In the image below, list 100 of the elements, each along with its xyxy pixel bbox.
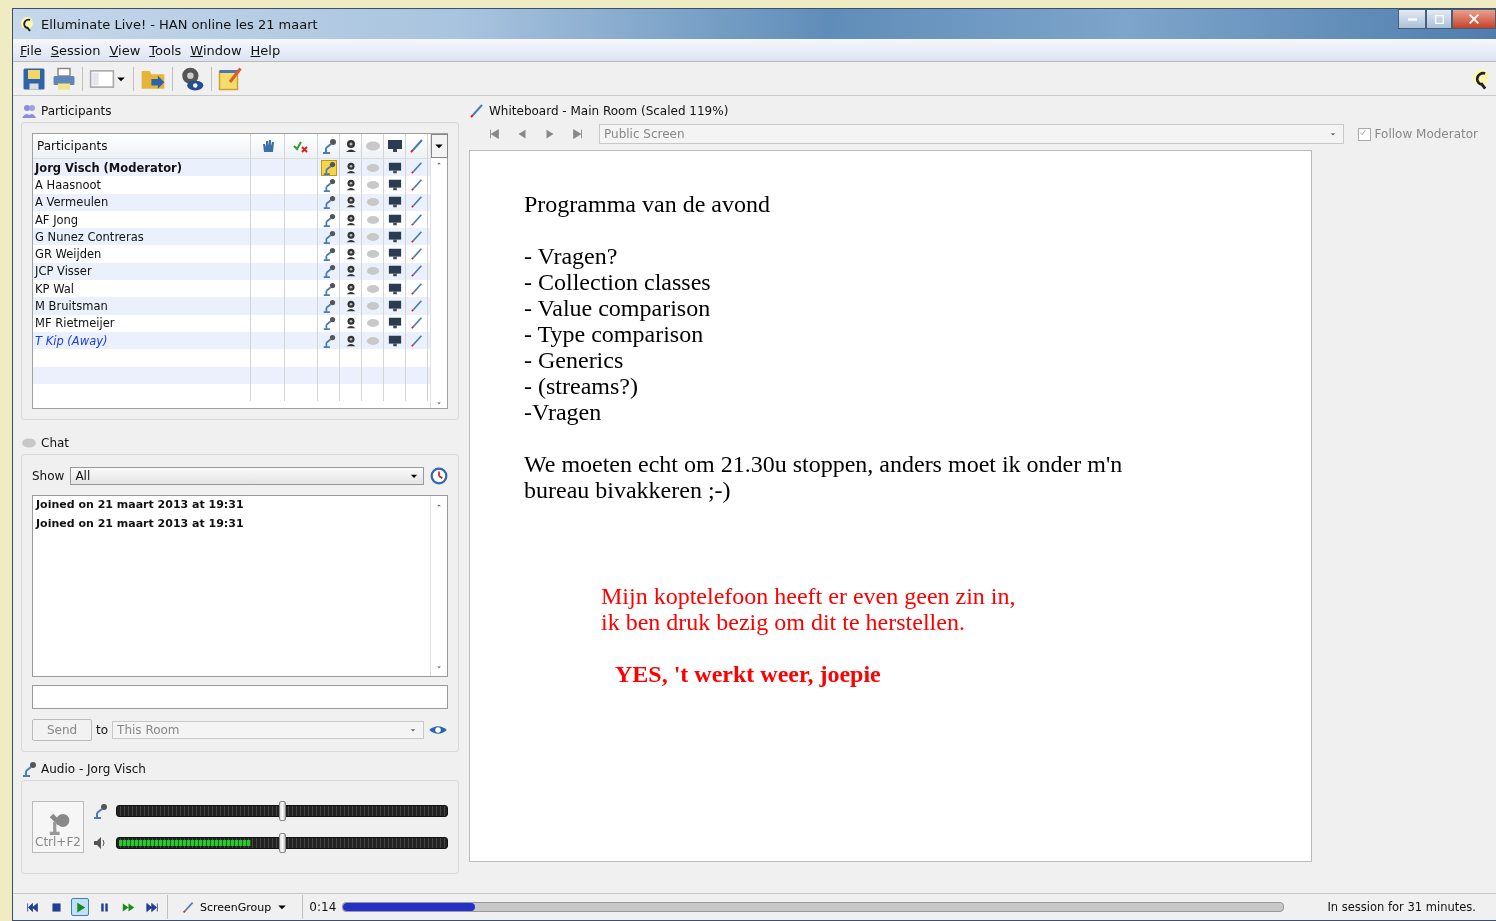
group-dropdown[interactable]: ScreenGroup	[174, 900, 297, 914]
mic-icon	[321, 299, 336, 313]
filter-dropdown[interactable]: All	[70, 467, 424, 485]
monitor-icon	[387, 281, 402, 296]
menu-item[interactable]: View	[109, 42, 141, 58]
app-logo-icon	[19, 16, 35, 32]
playback-time: 0:14	[309, 900, 337, 914]
follow-checkbox[interactable]	[1357, 127, 1371, 141]
panel-title: Whiteboard - Main Room (Scaled 119%)	[489, 104, 729, 118]
participant-name: Jorg Visch (Moderator)	[33, 160, 182, 175]
chat-message: Joined on 21 maart 2013 at 19:31	[36, 517, 245, 530]
notes-button[interactable]	[218, 66, 242, 91]
monitor-icon	[387, 160, 402, 175]
bulb-icon	[1470, 67, 1492, 90]
printer-icon	[52, 66, 76, 91]
menu-item[interactable]: Session	[50, 42, 101, 58]
speaker-icon	[92, 835, 108, 851]
webcam-eye-icon	[179, 65, 205, 92]
whiteboard-text: Programma van de avond	[524, 191, 771, 217]
monitor-icon	[387, 333, 402, 348]
column-menu-button[interactable]	[430, 134, 448, 158]
last-page-button[interactable]	[571, 127, 585, 141]
notepad-icon	[218, 66, 242, 91]
chat-message: Joined on 21 maart 2013 at 19:31	[36, 498, 245, 511]
whiteboard-text: -Vragen	[524, 399, 603, 425]
maximize-icon	[1434, 14, 1444, 24]
participant-name: A Haasnoot	[34, 177, 102, 192]
monitor-icon	[387, 195, 402, 210]
pencil-icon	[409, 264, 424, 279]
skip-end-icon	[571, 127, 585, 141]
whiteboard-text: - Vragen?	[524, 243, 619, 269]
menu-item[interactable]: Window	[190, 42, 242, 58]
maximize-button[interactable]	[1426, 9, 1452, 29]
mic-icon	[321, 281, 336, 296]
whiteboard-text: YES, 't werkt weer, joepie	[615, 661, 882, 687]
monitor-icon	[387, 247, 402, 262]
play-button[interactable]	[71, 898, 89, 916]
mic-icon	[321, 264, 336, 279]
whiteboard-text: - (streams?)	[524, 373, 639, 399]
close-icon	[1469, 14, 1479, 24]
participant-row[interactable]: KP Wal	[33, 280, 430, 298]
whiteboard-text: - Collection classes	[524, 269, 712, 295]
participant-name: KP Wal	[34, 281, 74, 296]
message-input[interactable]	[32, 685, 448, 709]
minimize-button[interactable]	[1398, 9, 1426, 29]
pencil-icon	[409, 195, 424, 210]
save-button[interactable]	[22, 66, 46, 91]
participant-name: AF Jong	[34, 212, 79, 227]
monitor-icon	[387, 212, 402, 227]
mic-icon	[321, 229, 336, 244]
show-label: Show	[32, 469, 65, 483]
pencil-icon	[409, 160, 424, 175]
skip-start-icon	[487, 127, 501, 141]
first-page-button[interactable]	[487, 127, 501, 141]
chat-bubble-icon	[365, 299, 380, 313]
whiteboard-text: We moeten echt om 21.30u stoppen, anders moet ik onder m'n	[524, 451, 1124, 477]
bulb-button[interactable]	[1470, 67, 1492, 90]
participant-name: T Kip (Away)	[34, 333, 108, 348]
pencil-icon	[409, 333, 424, 348]
participant-name: M Bruitsman	[34, 299, 108, 313]
whiteboard-text: bureau bivakkeren ;-)	[524, 477, 732, 503]
mic-icon	[321, 212, 336, 227]
pencil-icon	[409, 316, 424, 331]
menu-item[interactable]: Help	[250, 42, 281, 58]
to-label: to	[96, 723, 109, 737]
participant-row[interactable]: A Haasnoot	[33, 176, 430, 194]
whiteboard-text: Mijn koptelefoon heeft er even geen zin in,	[601, 583, 1017, 609]
participant-name: G Nunez Contreras	[34, 229, 144, 244]
participant-row[interactable]: GR Weijden	[33, 245, 430, 263]
menu-item[interactable]: File	[20, 42, 42, 58]
stop-icon	[49, 900, 63, 914]
pencil-icon	[409, 177, 424, 192]
monitor-icon	[387, 264, 402, 279]
pencil-icon	[409, 299, 424, 313]
whiteboard-text: - Type comparison	[524, 321, 705, 347]
mic-icon	[321, 247, 336, 262]
participant-row[interactable]: G Nunez Contreras	[33, 228, 430, 246]
pencil-icon	[408, 138, 425, 154]
first-icon	[25, 900, 39, 914]
close-button[interactable]	[1452, 9, 1496, 29]
panel-title: Audio - Jorg Visch	[41, 762, 146, 776]
print-button[interactable]	[52, 66, 76, 91]
participant-row[interactable]: Jorg Visch (Moderator)	[33, 159, 430, 177]
clock-icon	[430, 467, 448, 485]
monitor-icon	[387, 177, 402, 192]
participant-name: JCP Visser	[33, 264, 92, 279]
mic-icon	[320, 138, 337, 154]
pencil-icon	[409, 281, 424, 296]
mic-icon	[21, 761, 37, 777]
pencil-icon	[182, 900, 195, 914]
whiteboard-text: - Value comparison	[524, 295, 712, 321]
webcam-button[interactable]	[179, 65, 205, 92]
column-header[interactable]: Participants	[33, 139, 108, 153]
participant-name: GR Weijden	[34, 247, 102, 262]
menu-item[interactable]: Tools	[149, 42, 182, 58]
participant-row[interactable]: M Bruitsman	[33, 297, 430, 315]
pencil-icon	[409, 247, 424, 262]
pencil-icon	[469, 103, 485, 119]
whiteboard-text: ik ben druk bezig om dit te herstellen.	[601, 609, 966, 635]
timeline-track[interactable]	[342, 902, 1285, 912]
